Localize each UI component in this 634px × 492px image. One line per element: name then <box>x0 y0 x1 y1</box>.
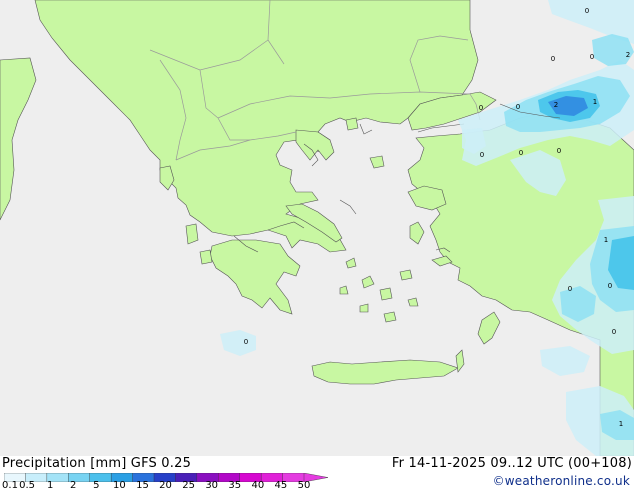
precip-value-label: 0 <box>590 53 594 61</box>
zakynthos-island <box>199 249 213 265</box>
precip-value-label: 1 <box>593 98 597 106</box>
kefalonia-island <box>185 223 199 245</box>
precip-value-label: 0 <box>612 328 616 336</box>
precipitation-map: 0 0 0 2 0 0 2 1 0 0 0 1 0 0 0 0 1 <box>0 0 634 456</box>
precip-value-label: 0 <box>585 7 589 15</box>
scale-tick-label: 0.5 <box>19 480 36 491</box>
precip-value-label: 2 <box>554 101 558 109</box>
scale-tick-label: 5 <box>93 480 100 491</box>
precip-value-label: 1 <box>619 420 623 428</box>
precip-value-label: 2 <box>626 51 630 59</box>
scale-tick-label: 2 <box>70 480 77 491</box>
scale-tick-label: 15 <box>136 480 149 491</box>
credit-link[interactable]: ©weatheronline.co.uk <box>493 474 630 488</box>
precip-value-label: 0 <box>480 151 484 159</box>
color-scale-labels: 0.1 0.5 1 2 5 10 15 20 25 30 35 40 45 50 <box>0 480 340 492</box>
map-canvas: 0 0 0 2 0 0 2 1 0 0 0 1 0 0 0 0 1 <box>0 0 634 456</box>
precip-value-label: 0 <box>557 147 561 155</box>
scale-tick-label: 20 <box>159 480 172 491</box>
precip-value-label: 0 <box>519 149 523 157</box>
scale-tick-label: 50 <box>297 480 311 491</box>
scale-tick-label: 1 <box>46 480 54 491</box>
precip-value-label: 0 <box>516 103 520 111</box>
precip-value-label: 0 <box>551 55 555 63</box>
scale-tick-label: 10 <box>113 480 126 491</box>
scale-tick-label: 35 <box>228 480 242 491</box>
precip-value-label: 0 <box>244 338 248 346</box>
scale-tick-label: 30 <box>205 480 219 491</box>
map-footer: Precipitation [mm] GFS 0.25 Fr 14-11-202… <box>0 456 634 492</box>
model-run-time: Fr 14-11-2025 09..12 UTC (00+108) <box>391 456 632 471</box>
legend-title: Precipitation [mm] GFS 0.25 <box>2 456 192 471</box>
scale-tick-label: 25 <box>182 480 195 491</box>
precip-value-label: 0 <box>568 285 572 293</box>
precip-value-label: 1 <box>604 236 608 244</box>
precip-value-label: 0 <box>479 104 483 112</box>
thasos-island <box>345 117 359 131</box>
precip-value-label: 0 <box>608 282 612 290</box>
scale-tick-label: 45 <box>274 480 288 491</box>
scale-tick-label: 0.1 <box>2 480 18 491</box>
scale-tick-label: 40 <box>251 480 265 491</box>
